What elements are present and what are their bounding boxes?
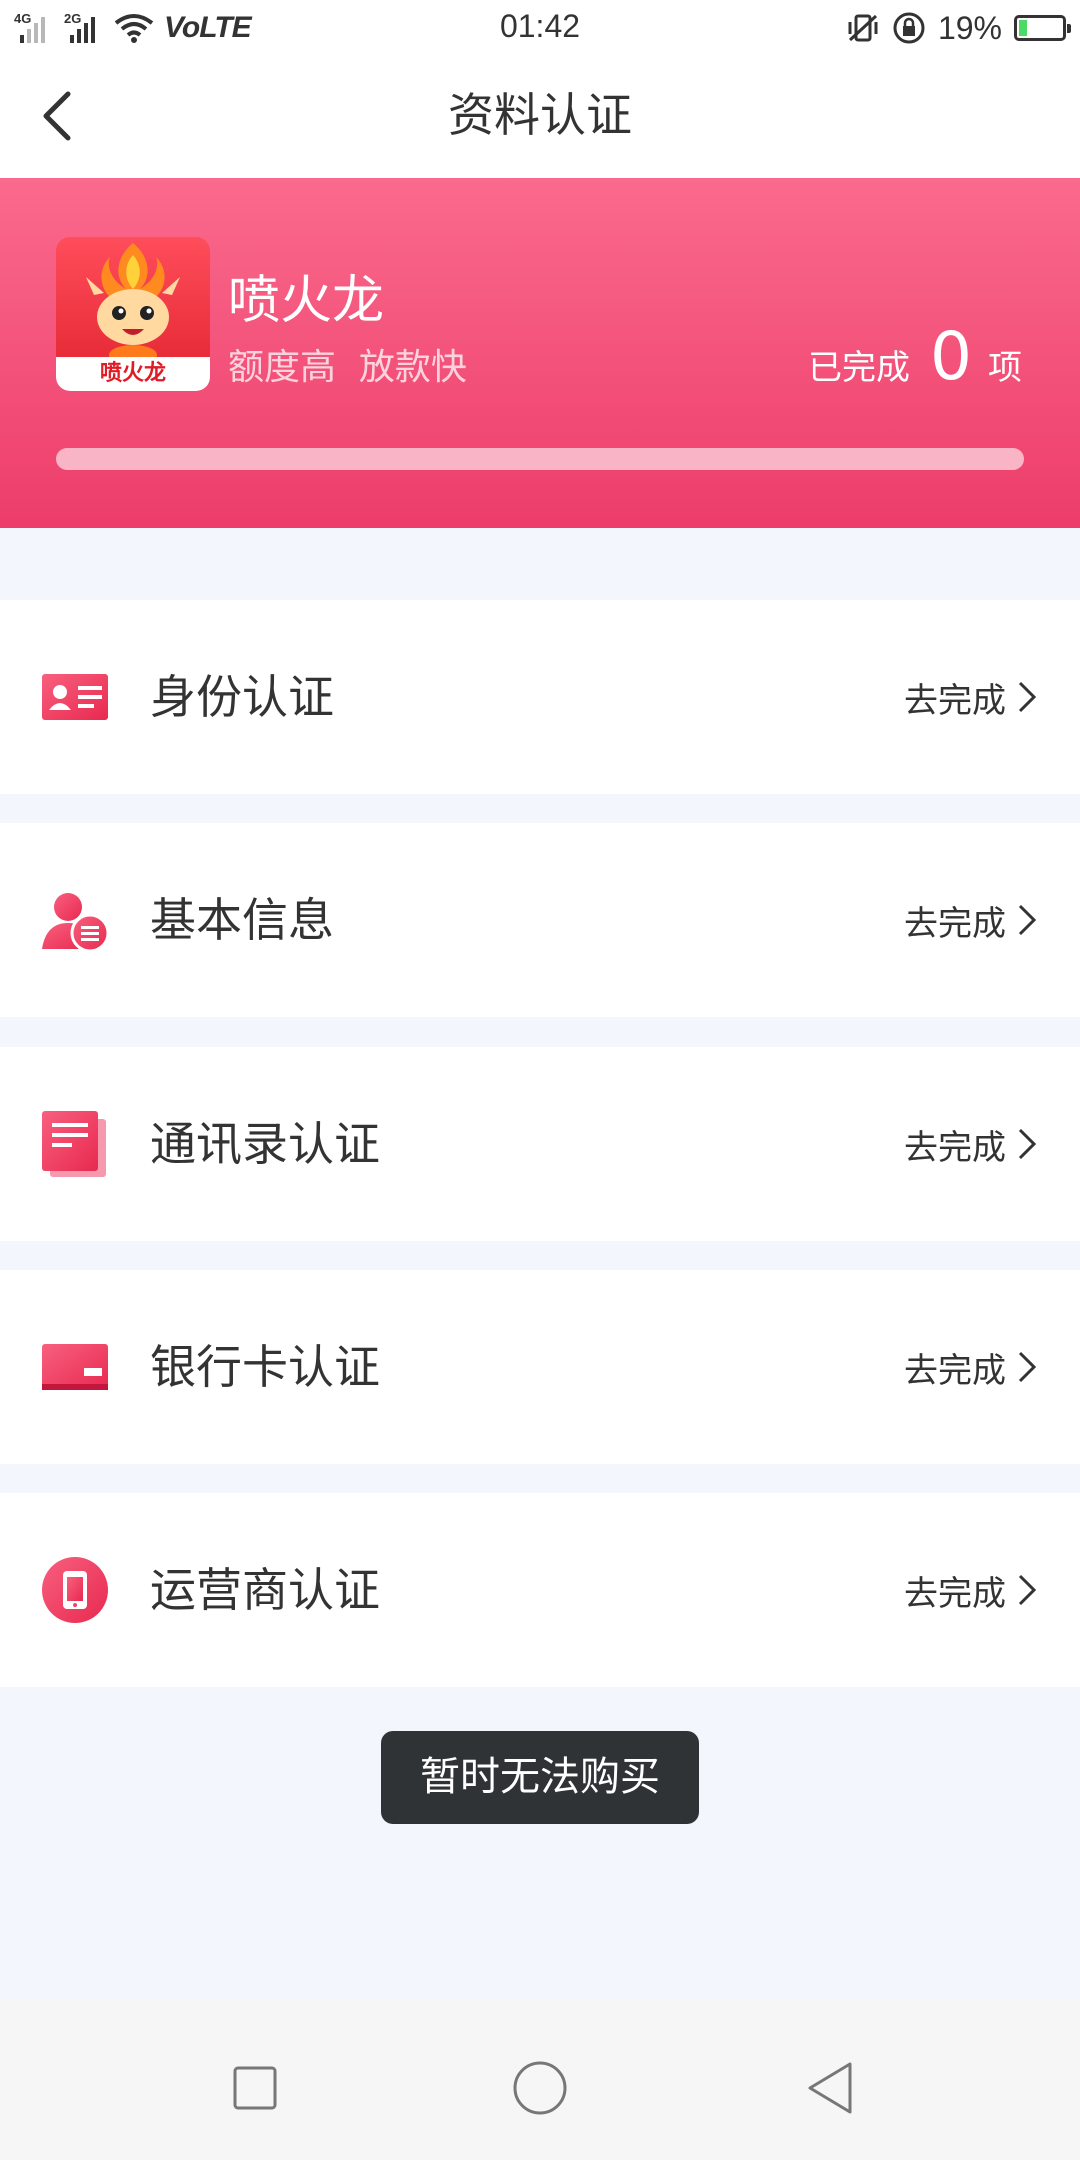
page-title: 资料认证 <box>448 88 632 142</box>
action-text: 去完成 <box>904 1350 1006 1391</box>
list-item-identity[interactable]: 身份认证 去完成 <box>0 600 1080 794</box>
phone-carrier-icon <box>42 1557 108 1623</box>
list-item-carrier[interactable]: 运营商认证 去完成 <box>0 1493 1080 1687</box>
battery-charging-icon <box>1014 15 1071 41</box>
brand-name: 喷火龙 <box>228 271 385 331</box>
complete-button[interactable]: 去完成 <box>904 1270 1038 1464</box>
bank-card-icon <box>42 1344 108 1390</box>
id-card-icon <box>42 674 108 720</box>
status-bar: 4G 2G VoLTE 01:42 19% <box>0 0 1080 56</box>
complete-button[interactable]: 去完成 <box>904 600 1038 794</box>
recents-square-icon[interactable] <box>225 2058 285 2118</box>
battery-level <box>1019 20 1027 36</box>
chevron-right-icon <box>1018 1351 1037 1383</box>
progress-bar <box>56 448 1024 470</box>
chevron-left-icon[interactable] <box>30 86 90 146</box>
brand-logo: 喷火龙 <box>56 237 210 391</box>
completed-counter: 已完成 0 项 <box>808 318 1022 395</box>
completed-unit: 项 <box>988 348 1022 388</box>
system-nav-bar <box>0 2000 1080 2160</box>
action-text: 去完成 <box>904 680 1006 721</box>
item-label: 运营商认证 <box>150 1563 380 1617</box>
completed-label: 已完成 <box>808 348 910 388</box>
action-text: 去完成 <box>904 1127 1006 1168</box>
completed-count: 0 <box>930 318 972 395</box>
home-circle-icon[interactable] <box>510 2058 570 2118</box>
dragon-mascot-icon <box>86 243 180 365</box>
chevron-right-icon <box>1018 904 1037 936</box>
rotation-lock-icon <box>893 12 925 44</box>
chevron-right-icon <box>1018 681 1037 713</box>
complete-button[interactable]: 去完成 <box>904 1493 1038 1687</box>
contacts-book-icon <box>42 1111 106 1177</box>
status-right: 19% <box>846 8 1071 48</box>
logo-text: 喷火龙 <box>56 357 210 391</box>
brand-banner: 喷火龙 喷火龙 额度高 放款快 已完成 0 项 <box>0 178 1080 528</box>
user-info-icon <box>42 893 110 953</box>
toast-message: 暂时无法购买 <box>381 1731 699 1824</box>
brand-slogan: 额度高 放款快 <box>228 347 467 388</box>
chevron-right-icon <box>1018 1128 1037 1160</box>
battery-percent: 19% <box>937 9 1002 46</box>
chevron-right-icon <box>1018 1574 1037 1606</box>
list-item-contacts[interactable]: 通讯录认证 去完成 <box>0 1047 1080 1241</box>
item-label: 通讯录认证 <box>150 1117 380 1171</box>
item-label: 基本信息 <box>150 893 334 947</box>
list-item-basic-info[interactable]: 基本信息 去完成 <box>0 823 1080 1017</box>
app-header: 资料认证 <box>0 56 1080 178</box>
item-label: 银行卡认证 <box>150 1340 380 1394</box>
list-item-bank-card[interactable]: 银行卡认证 去完成 <box>0 1270 1080 1464</box>
complete-button[interactable]: 去完成 <box>904 1047 1038 1241</box>
action-text: 去完成 <box>904 903 1006 944</box>
complete-button[interactable]: 去完成 <box>904 823 1038 1017</box>
action-text: 去完成 <box>904 1573 1006 1614</box>
vibrate-icon <box>848 14 878 42</box>
back-triangle-icon[interactable] <box>800 2058 860 2118</box>
item-label: 身份认证 <box>150 670 334 724</box>
